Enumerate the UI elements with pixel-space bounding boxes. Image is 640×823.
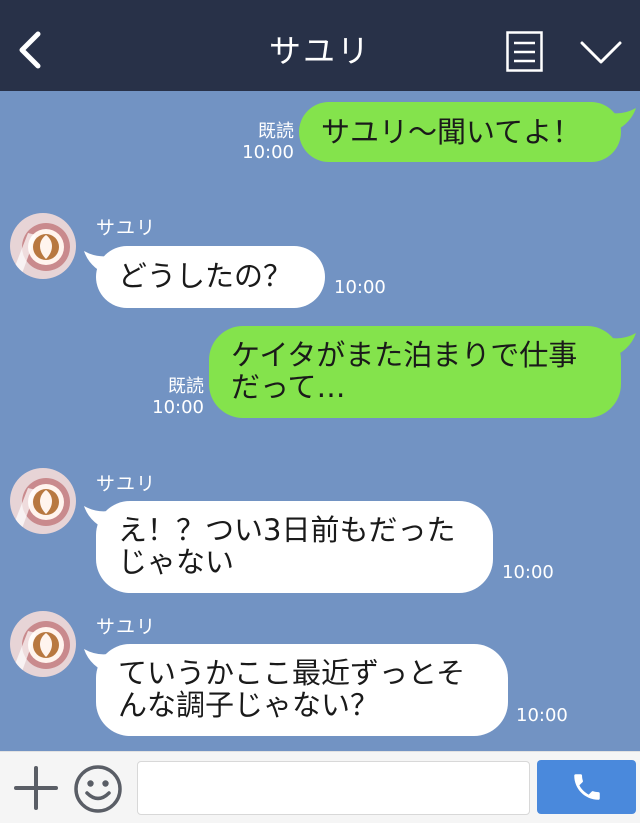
read-receipt: 既読	[168, 376, 204, 397]
message-text-line: ケイタがまた泊まりで仕事	[231, 338, 578, 372]
message-time: 10:00	[152, 397, 204, 418]
avatar[interactable]	[10, 213, 76, 279]
message-text-line: じゃない	[118, 545, 235, 579]
message-time: 10:00	[516, 705, 568, 726]
message-time: 10:00	[334, 277, 386, 298]
avatar[interactable]	[10, 611, 76, 677]
message-bubble-incoming[interactable]: どうしたの？	[96, 246, 325, 308]
latte-art-icon	[10, 611, 76, 677]
plus-icon[interactable]	[14, 766, 58, 810]
message-meta: 既読 10:00	[146, 376, 204, 418]
message-text-line: んな調子じゃない？	[118, 688, 380, 722]
chat-header: サユリ	[0, 0, 640, 91]
latte-art-icon	[10, 213, 76, 279]
message-text-line: だって…	[231, 370, 346, 404]
message-bubble-outgoing[interactable]: ケイタがまた泊まりで仕事 だって…	[209, 326, 621, 418]
message-time: 10:00	[242, 142, 294, 163]
message-text: どうしたの？	[118, 259, 293, 293]
sender-name: サユリ	[96, 616, 157, 638]
message-text-line: え！？つい3日前もだった	[118, 513, 456, 547]
sender-name: サユリ	[96, 217, 157, 239]
avatar[interactable]	[10, 468, 76, 534]
read-receipt: 既読	[258, 121, 294, 142]
sender-name: サユリ	[96, 473, 157, 495]
message-input[interactable]	[137, 761, 530, 815]
call-button[interactable]	[537, 760, 636, 814]
message-input-bar	[0, 751, 640, 823]
phone-icon	[574, 774, 600, 800]
chat-title: サユリ	[268, 32, 371, 70]
message-bubble-incoming[interactable]: え！？つい3日前もだった じゃない	[96, 501, 493, 593]
message-text-line: ていうかここ最近ずっとそ	[118, 656, 466, 690]
chat-area[interactable]: 既読 10:00 サユリ〜聞いてよ！ サユリ どうしたの？ 10:00 既読 1…	[0, 91, 640, 751]
message-bubble-incoming[interactable]: ていうかここ最近ずっとそ んな調子じゃない？	[96, 644, 508, 736]
message-text: サユリ〜聞いてよ！	[321, 115, 582, 149]
chevron-down-icon[interactable]	[580, 40, 622, 66]
message-bubble-outgoing[interactable]: サユリ〜聞いてよ！	[299, 102, 621, 162]
smile-icon[interactable]	[73, 764, 123, 814]
latte-art-icon	[10, 468, 76, 534]
memo-icon[interactable]	[506, 31, 543, 72]
message-meta: 既読 10:00	[236, 121, 294, 163]
message-time: 10:00	[502, 562, 554, 583]
